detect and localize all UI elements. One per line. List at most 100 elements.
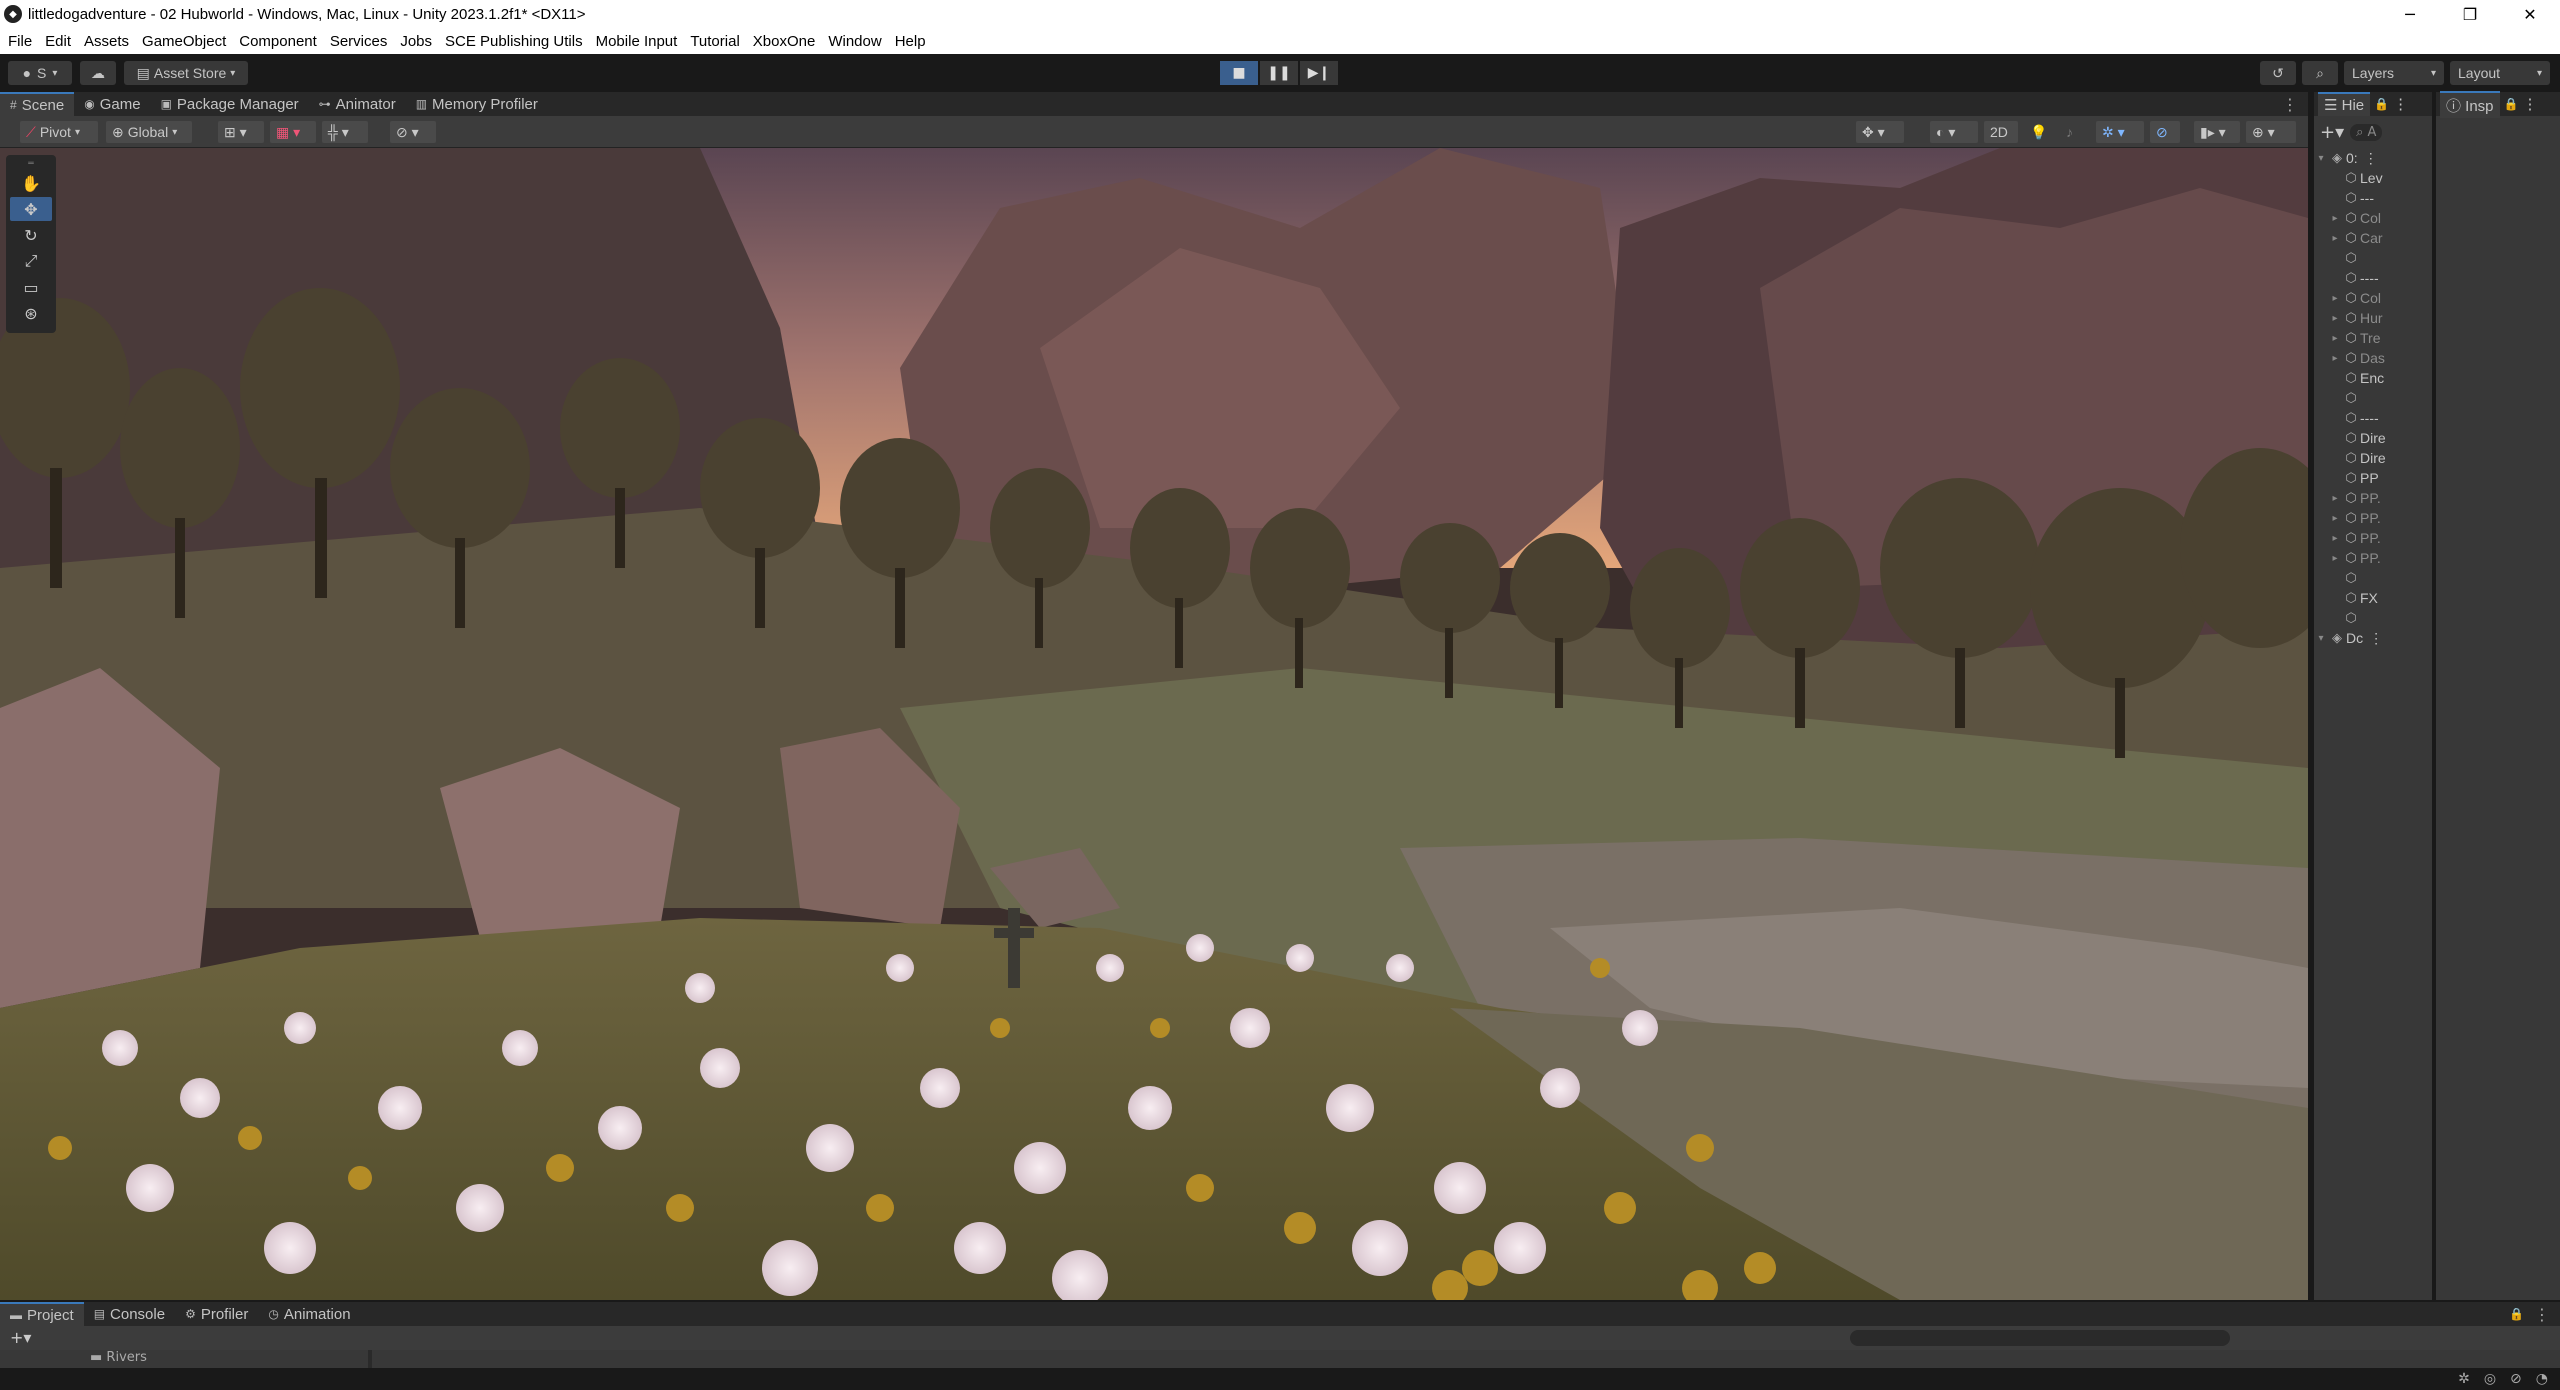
project-search-input[interactable]: [1850, 1330, 2230, 1346]
debug-icon[interactable]: ✲: [2458, 1371, 2470, 1387]
layout-dropdown[interactable]: Layout ▾: [2450, 61, 2550, 85]
expand-arrow-icon[interactable]: ▸: [2328, 293, 2342, 304]
global-dropdown[interactable]: ⊕ Global ▾: [106, 121, 192, 143]
network-icon[interactable]: ⊘: [2510, 1371, 2522, 1387]
asset-store-button[interactable]: ▤ Asset Store ▾: [124, 61, 248, 85]
hierarchy-item[interactable]: ⬡ ----: [2314, 268, 2432, 288]
draw-mode-dropdown[interactable]: ◐ ▾: [1930, 121, 1978, 143]
cache-server-icon[interactable]: ◎: [2484, 1371, 2496, 1387]
close-button[interactable]: ✕: [2500, 0, 2560, 28]
menu-tutorial[interactable]: Tutorial: [690, 33, 739, 50]
hierarchy-item[interactable]: ⬡ Enc: [2314, 368, 2432, 388]
effects-dropdown[interactable]: ✲ ▾: [2096, 121, 2144, 143]
folder-item[interactable]: ▬ Rivers: [90, 1350, 147, 1365]
maximize-button[interactable]: ❐: [2440, 0, 2500, 28]
progress-icon[interactable]: ◔: [2536, 1371, 2548, 1387]
menu-help[interactable]: Help: [895, 33, 926, 50]
search-button[interactable]: ⌕: [2302, 61, 2338, 85]
more-options-icon[interactable]: ⋮: [2534, 1305, 2550, 1324]
hierarchy-search-input[interactable]: ⌕ A: [2350, 123, 2383, 141]
hierarchy-item[interactable]: ▾ ◈ 0: ⋮: [2314, 148, 2432, 168]
hierarchy-item[interactable]: ⬡ Dire: [2314, 428, 2432, 448]
tab-profiler[interactable]: ⚙ Profiler: [175, 1302, 258, 1326]
pivot-dropdown[interactable]: ⟋ Pivot ▾: [20, 121, 98, 143]
expand-arrow-icon[interactable]: ▸: [2328, 533, 2342, 544]
add-icon[interactable]: +▾: [2320, 122, 2344, 143]
expand-arrow-icon[interactable]: ▸: [2328, 553, 2342, 564]
tab-memory-profiler[interactable]: ▥ Memory Profiler: [406, 92, 548, 116]
lock-icon[interactable]: 🔒: [2374, 97, 2389, 111]
audio-toggle[interactable]: ♪: [2060, 121, 2090, 143]
layers-dropdown[interactable]: Layers ▾: [2344, 61, 2444, 85]
hierarchy-item[interactable]: ⬡: [2314, 248, 2432, 268]
more-options-icon[interactable]: ⋮: [2393, 95, 2408, 113]
lighting-toggle[interactable]: 💡: [2024, 121, 2054, 143]
expand-arrow-icon[interactable]: ▸: [2328, 333, 2342, 344]
grid-visibility-button[interactable]: ▦ ▾: [270, 121, 316, 143]
menu-file[interactable]: File: [8, 33, 32, 50]
lock-icon[interactable]: 🔒: [2504, 97, 2519, 111]
menu-assets[interactable]: Assets: [84, 33, 129, 50]
tab-hierarchy[interactable]: ☰ Hie: [2318, 92, 2371, 116]
expand-arrow-icon[interactable]: ▸: [2328, 233, 2342, 244]
expand-arrow-icon[interactable]: ▸: [2328, 493, 2342, 504]
hierarchy-item[interactable]: ▸ ⬡ PP.: [2314, 528, 2432, 548]
hierarchy-item[interactable]: ▸ ⬡ PP.: [2314, 488, 2432, 508]
move-tool-button[interactable]: ✥: [10, 197, 52, 221]
hierarchy-item[interactable]: ▸ ⬡ Car: [2314, 228, 2432, 248]
hierarchy-item[interactable]: ⬡: [2314, 608, 2432, 628]
minimize-button[interactable]: ─: [2380, 0, 2440, 28]
hierarchy-item[interactable]: ▸ ⬡ Col: [2314, 208, 2432, 228]
add-asset-icon[interactable]: +▾: [10, 1328, 31, 1347]
step-button[interactable]: ▶❙: [1300, 61, 1338, 85]
play-button[interactable]: ■: [1220, 61, 1258, 85]
scale-tool-button[interactable]: ⤢: [10, 249, 52, 273]
hierarchy-item[interactable]: ▸ ⬡ Hur: [2314, 308, 2432, 328]
tab-project[interactable]: ▬ Project: [0, 1302, 84, 1326]
hierarchy-item[interactable]: ▸ ⬡ Tre: [2314, 328, 2432, 348]
tab-package-manager[interactable]: ▣ Package Manager: [151, 92, 309, 116]
expand-arrow-icon[interactable]: ▾: [2314, 633, 2328, 644]
rotate-tool-button[interactable]: ↻: [10, 223, 52, 247]
more-options-icon[interactable]: ⋮: [2364, 150, 2378, 167]
tab-console[interactable]: ▤ Console: [84, 1302, 175, 1326]
hierarchy-item[interactable]: ⬡: [2314, 388, 2432, 408]
hand-tool-button[interactable]: ✋: [10, 171, 52, 195]
hierarchy-item[interactable]: ⬡ ----: [2314, 408, 2432, 428]
pause-button[interactable]: ❚❚: [1260, 61, 1298, 85]
gizmos-dropdown[interactable]: ⊕ ▾: [2246, 121, 2296, 143]
project-splitter[interactable]: [368, 1350, 372, 1368]
hierarchy-item[interactable]: ⬡ FX: [2314, 588, 2432, 608]
cloud-button[interactable]: ☁: [80, 61, 116, 85]
rect-tool-button[interactable]: ▭: [10, 275, 52, 299]
increment-snap-button[interactable]: ╬ ▾: [322, 121, 368, 143]
hierarchy-item[interactable]: ▸ ⬡ Das: [2314, 348, 2432, 368]
2d-toggle[interactable]: 2D: [1984, 121, 2018, 143]
tab-scene[interactable]: # Scene: [0, 92, 75, 116]
menu-component[interactable]: Component: [239, 33, 317, 50]
hierarchy-item[interactable]: ▸ ⬡ PP.: [2314, 508, 2432, 528]
tab-animation[interactable]: ◷ Animation: [258, 1302, 360, 1326]
account-dropdown[interactable]: ● S ▾: [8, 61, 72, 85]
hierarchy-item[interactable]: ▸ ⬡ PP.: [2314, 548, 2432, 568]
hierarchy-item[interactable]: ⬡ ---: [2314, 188, 2432, 208]
hierarchy-item[interactable]: ⬡ Lev: [2314, 168, 2432, 188]
hierarchy-item[interactable]: ▾ ◈ Dc ⋮: [2314, 628, 2432, 648]
hierarchy-item[interactable]: ⬡: [2314, 568, 2432, 588]
menu-edit[interactable]: Edit: [45, 33, 71, 50]
transform-tool-button[interactable]: ⊛: [10, 301, 52, 325]
menu-xboxone[interactable]: XboxOne: [753, 33, 816, 50]
camera-settings-dropdown[interactable]: ▮▸ ▾: [2194, 121, 2240, 143]
gizmo-tools-button[interactable]: ⊘ ▾: [390, 121, 436, 143]
menu-gameobject[interactable]: GameObject: [142, 33, 226, 50]
expand-arrow-icon[interactable]: ▸: [2328, 353, 2342, 364]
lock-icon[interactable]: 🔒: [2509, 1307, 2524, 1321]
menu-mobile-input[interactable]: Mobile Input: [596, 33, 678, 50]
expand-arrow-icon[interactable]: ▾: [2314, 153, 2328, 164]
more-options-icon[interactable]: ⋮: [2369, 630, 2383, 647]
grid-snapping-button[interactable]: ⊞ ▾: [218, 121, 264, 143]
menu-services[interactable]: Services: [330, 33, 388, 50]
scene-hierarchy-splitter[interactable]: [2308, 92, 2312, 1300]
transform-tool-dropdown[interactable]: ✥ ▾: [1856, 121, 1904, 143]
scene-viewport[interactable]: [0, 148, 2308, 1300]
